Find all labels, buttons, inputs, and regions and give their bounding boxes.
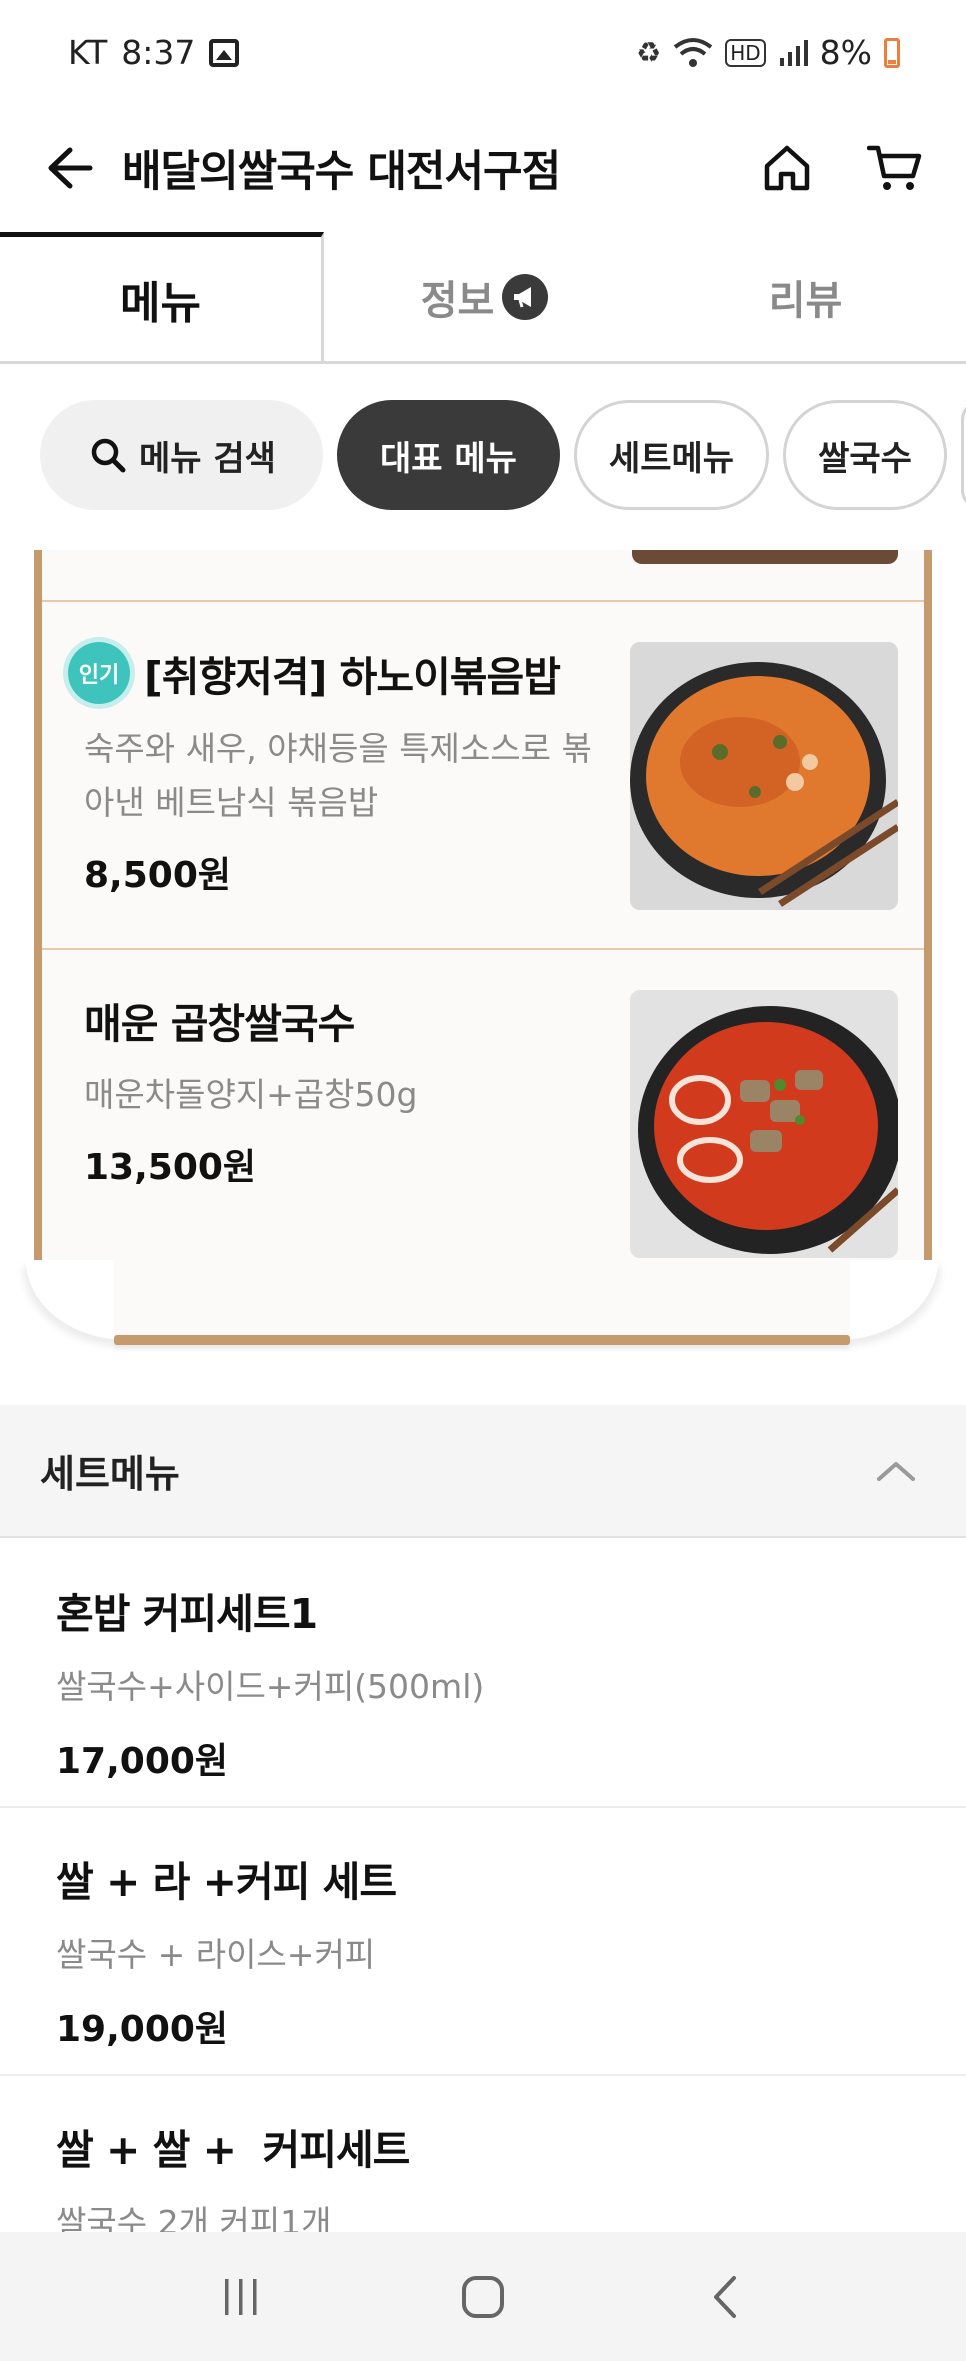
home-nav-button[interactable]	[438, 2252, 528, 2342]
menu-search-label: 메뉴 검색	[139, 438, 276, 479]
tab-info[interactable]: 정보	[324, 232, 645, 361]
carrier-label: KT	[68, 33, 108, 72]
item-name: [취향저격] 하노이볶음밥	[144, 653, 561, 701]
gallery-notification-icon	[209, 38, 240, 67]
battery-icon	[884, 37, 900, 68]
item-description: 쌀국수+사이드+커피(500ml)	[56, 1667, 485, 1706]
featured-item-hanoi-fried-rice[interactable]: 인기 [취향저격] 하노이볶음밥 숙주와 새우, 야채등을 특제소스로 볶아낸 …	[42, 602, 924, 950]
board-bottom-frame	[26, 1260, 938, 1345]
chip-rice-noodle[interactable]: 쌀국수	[783, 400, 947, 510]
tab-info-label: 정보	[420, 277, 495, 324]
set-item-rice-ra-coffee-set[interactable]: 쌀 + 라 +커피 세트 쌀국수 + 라이스+커피 19,000원	[0, 1808, 966, 2076]
set-menu-section-header[interactable]: 세트메뉴	[0, 1405, 966, 1538]
tab-menu-label: 메뉴	[120, 278, 201, 329]
item-description: 쌀국수 + 라이스+커피	[56, 1935, 376, 1974]
featured-item-spicy-tripe-pho[interactable]: 매운 곱창쌀국수 매운차돌양지+곱창50g 13,500원	[42, 950, 924, 1298]
hd-icon: HD	[725, 38, 766, 67]
cart-button[interactable]	[864, 137, 926, 199]
item-price: 19,000원	[56, 2009, 229, 2050]
spicy-pho-image	[630, 990, 898, 1258]
home-button[interactable]	[756, 137, 818, 199]
home-square-icon	[462, 2275, 504, 2318]
item-name: 혼밥 커피세트1	[56, 1590, 318, 1638]
item-name: 쌀 + 라 +커피 세트	[56, 1858, 397, 1906]
back-nav-button[interactable]	[680, 2252, 770, 2342]
menu-search-button[interactable]: 메뉴 검색	[40, 400, 323, 510]
clock: 8:37	[121, 33, 196, 72]
home-icon	[764, 145, 810, 190]
featured-menu-board: 인기 [취향저격] 하노이볶음밥 숙주와 새우, 야채등을 특제소스로 볶아낸 …	[26, 550, 938, 1345]
chip-featured-menu[interactable]: 대표 메뉴	[336, 400, 560, 510]
chip-more[interactable]	[960, 400, 966, 510]
recent-apps-icon	[225, 2278, 257, 2315]
previous-item-image	[632, 550, 898, 564]
recent-apps-button[interactable]	[196, 2252, 286, 2342]
battery-percent: 8%	[819, 33, 872, 72]
search-icon	[91, 438, 126, 473]
previous-item-edge	[42, 550, 924, 602]
set-item-solo-coffee-set[interactable]: 혼밥 커피세트1 쌀국수+사이드+커피(500ml) 17,000원	[0, 1540, 966, 1808]
store-title: 배달의쌀국수 대전서구점	[122, 146, 561, 197]
item-name: 매운 곱창쌀국수	[84, 1000, 355, 1048]
wifi-icon	[673, 37, 713, 67]
cart-icon	[867, 145, 922, 190]
section-title: 세트메뉴	[40, 1452, 180, 1496]
chevron-up-icon[interactable]	[866, 1441, 926, 1501]
category-chips: 메뉴 검색 대표 메뉴 세트메뉴 쌀국수	[40, 400, 966, 512]
system-navigation-bar	[0, 2232, 966, 2361]
item-name: 쌀 + 쌀 + 커피세트	[56, 2126, 410, 2174]
chip-set-menu[interactable]: 세트메뉴	[573, 400, 770, 510]
arrow-left-icon	[48, 147, 93, 188]
signal-icon	[779, 39, 808, 66]
item-price: 13,500원	[84, 1147, 257, 1188]
popular-badge: 인기	[68, 642, 130, 704]
announcement-icon	[502, 273, 549, 320]
store-tabs: 메뉴 정보 리뷰	[0, 232, 966, 364]
item-description: 매운차돌양지+곱창50g	[84, 1075, 418, 1114]
chevron-left-icon	[714, 2275, 736, 2318]
item-price: 17,000원	[56, 1741, 229, 1782]
app-header: 배달의쌀국수 대전서구점	[0, 105, 966, 230]
fried-rice-image	[630, 642, 898, 910]
battery-saver-icon: ♻	[636, 36, 662, 69]
item-description: 숙주와 새우, 야채등을 특제소스로 볶아낸 베트남식 볶음밥	[84, 729, 592, 822]
tab-reviews[interactable]: 리뷰	[645, 232, 966, 361]
status-bar: KT 8:37 ♻ HD 8%	[0, 0, 966, 105]
back-button[interactable]	[40, 138, 100, 198]
tab-menu[interactable]: 메뉴	[0, 232, 324, 361]
tab-reviews-label: 리뷰	[768, 277, 843, 324]
item-price: 8,500원	[84, 855, 231, 896]
